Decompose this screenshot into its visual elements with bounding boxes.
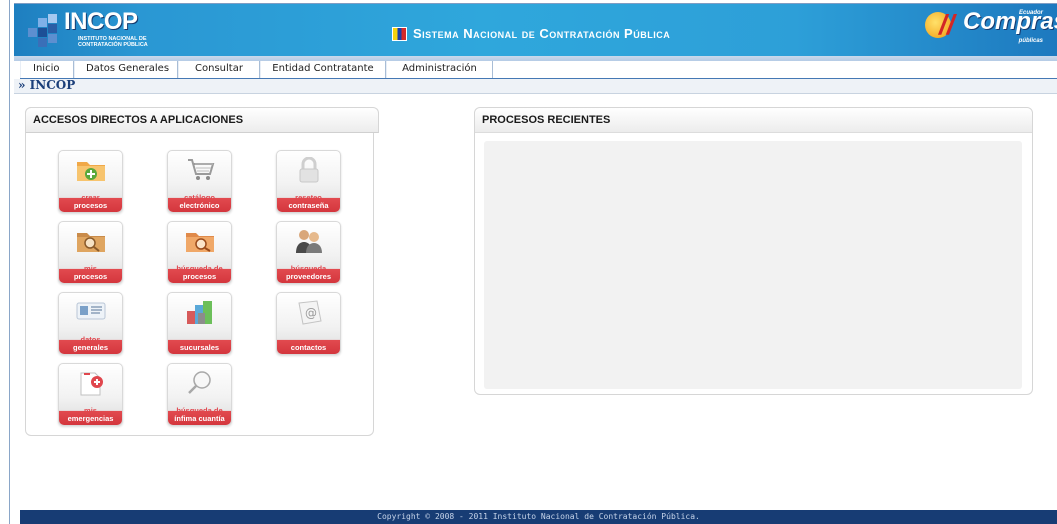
logo-title: INCOP	[64, 8, 138, 35]
incop-logo[interactable]: INCOP INSTITUTO NACIONAL DE CONTRATACIÓN …	[28, 8, 168, 52]
tile-busqueda-infima-cuantia[interactable]: búsqueda de ínfima cuantía	[167, 363, 232, 426]
tile-sucursales[interactable]: sucursales	[167, 292, 232, 355]
window-left-edge	[0, 0, 10, 524]
magnifier-icon	[188, 371, 211, 394]
folder-add-icon	[77, 162, 105, 181]
compras-top-text: Ecuador	[1018, 10, 1043, 16]
compras-publicas-logo[interactable]: // Compras Ecuador públicas	[925, 8, 1057, 48]
recientes-panel-title: PROCESOS RECIENTES	[482, 114, 611, 126]
first-aid-icon	[80, 372, 103, 396]
tile-datos-generales[interactable]: datos generales	[58, 292, 123, 355]
tile-reseteo-contrasena[interactable]: reseteo contraseña	[276, 150, 341, 213]
cart-icon	[188, 159, 215, 180]
menu-item-inicio[interactable]: Inicio	[20, 61, 74, 78]
tile-catalogo-electronico[interactable]: catálogo electrónico	[167, 150, 232, 213]
procesos-recientes-panel: PROCESOS RECIENTES	[474, 107, 1033, 395]
recent-processes-list	[484, 141, 1022, 389]
tile-busqueda-proveedores[interactable]: búsqueda proveedores	[276, 221, 341, 284]
tile-contactos[interactable]: @ contactos	[276, 292, 341, 355]
menu-item-datos-generales[interactable]: Datos Generales	[74, 61, 178, 78]
folder-magnify-icon	[186, 233, 214, 252]
logo-subtitle: INSTITUTO NACIONAL DE CONTRATACIÓN PÚBLIC…	[78, 36, 148, 48]
id-card-icon	[76, 302, 106, 320]
lock-icon	[299, 157, 319, 183]
tile-busqueda-de-procesos[interactable]: búsqueda de procesos	[167, 221, 232, 284]
svg-text:@: @	[305, 306, 317, 320]
people-icon	[296, 230, 322, 253]
breadcrumb-text: » INCOP	[18, 78, 76, 92]
at-sign-icon: @	[298, 300, 322, 325]
tile-mis-emergencias[interactable]: mis emergencias	[58, 363, 123, 426]
footer-copyright: Copyright © 2008 - 2011 Instituto Nacion…	[20, 510, 1057, 524]
compras-slash: //	[939, 9, 955, 40]
accesos-panel-header: ACCESOS DIRECTOS A APLICACIONES	[25, 107, 379, 133]
folder-search-icon	[77, 233, 105, 252]
compras-bottom-text: públicas	[1018, 38, 1043, 44]
main-menu: Inicio Datos Generales Consultar Entidad…	[20, 61, 1057, 80]
header-banner: INCOP INSTITUTO NACIONAL DE CONTRATACIÓN …	[14, 3, 1057, 56]
buildings-icon	[187, 301, 212, 324]
system-title: Sistema Nacional de Contratación Pública	[392, 26, 670, 41]
ecuador-flag-icon	[392, 26, 407, 41]
breadcrumb: » INCOP	[14, 78, 1057, 94]
menu-item-consultar[interactable]: Consultar	[178, 61, 260, 78]
accesos-directos-panel: ACCESOS DIRECTOS A APLICACIONES crear pro…	[25, 107, 379, 436]
accesos-panel-title: ACCESOS DIRECTOS A APLICACIONES	[33, 114, 244, 126]
menu-item-entidad-contratante[interactable]: Entidad Contratante	[260, 61, 386, 78]
recientes-panel-header: PROCESOS RECIENTES	[475, 108, 1032, 133]
incop-mosaic-icon	[28, 14, 62, 48]
tile-crear-procesos[interactable]: crear procesos	[58, 150, 123, 213]
tile-mis-procesos[interactable]: mis procesos	[58, 221, 123, 284]
menu-item-administracion[interactable]: Administración	[386, 61, 493, 78]
